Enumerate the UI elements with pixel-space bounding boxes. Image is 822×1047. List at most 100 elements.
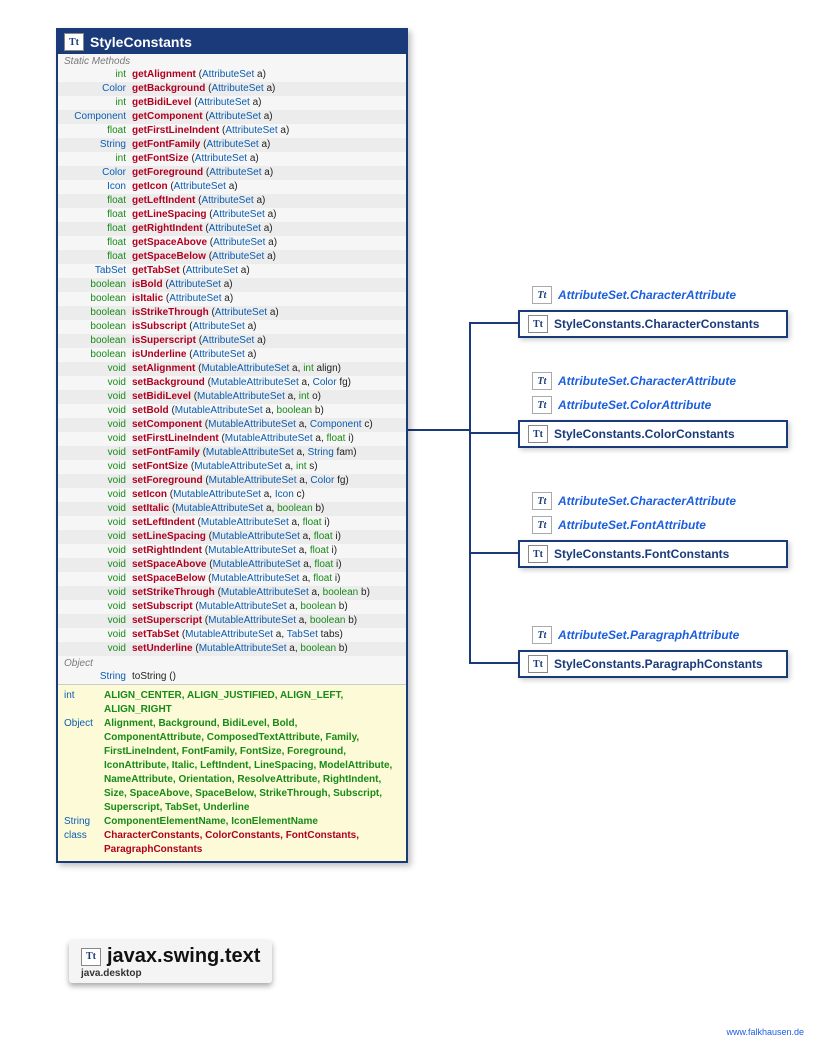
method-signature[interactable]: getBackground (AttributeSet a) [132, 82, 275, 96]
method-signature[interactable]: getComponent (AttributeSet a) [132, 110, 273, 124]
method-signature[interactable]: getTabSet (AttributeSet a) [132, 264, 250, 278]
interface-label[interactable]: TtAttributeSet.CharacterAttribute [532, 372, 736, 390]
method-signature[interactable]: isSuperscript (AttributeSet a) [132, 334, 266, 348]
method-signature[interactable]: getSpaceAbove (AttributeSet a) [132, 236, 277, 250]
field-type: int [64, 689, 104, 717]
footer-link[interactable]: www.falkhausen.de [726, 1027, 804, 1037]
inner-class-box[interactable]: TtStyleConstants.ColorConstants [518, 420, 788, 448]
method-signature[interactable]: isBold (AttributeSet a) [132, 278, 233, 292]
class-title: StyleConstants [90, 34, 192, 50]
return-type: boolean [62, 348, 132, 362]
interface-label[interactable]: TtAttributeSet.CharacterAttribute [532, 286, 736, 304]
interface-label[interactable]: TtAttributeSet.FontAttribute [532, 516, 706, 534]
interface-name: AttributeSet.CharacterAttribute [558, 494, 736, 508]
method-row: booleanisSubscript (AttributeSet a) [58, 320, 406, 334]
method-signature[interactable]: getRightIndent (AttributeSet a) [132, 222, 273, 236]
method-signature[interactable]: getFontSize (AttributeSet a) [132, 152, 259, 166]
method-row: ComponentgetComponent (AttributeSet a) [58, 110, 406, 124]
interface-label[interactable]: TtAttributeSet.ParagraphAttribute [532, 626, 739, 644]
return-type: void [62, 432, 132, 446]
method-row: voidsetSpaceAbove (MutableAttributeSet a… [58, 558, 406, 572]
method-signature[interactable]: getForeground (AttributeSet a) [132, 166, 273, 180]
method-row: StringgetFontFamily (AttributeSet a) [58, 138, 406, 152]
method-signature[interactable]: setItalic (MutableAttributeSet a, boolea… [132, 502, 324, 516]
interface-label[interactable]: TtAttributeSet.CharacterAttribute [532, 492, 736, 510]
inner-class-box[interactable]: TtStyleConstants.ParagraphConstants [518, 650, 788, 678]
method-signature[interactable]: getIcon (AttributeSet a) [132, 180, 238, 194]
method-row: voidsetStrikeThrough (MutableAttributeSe… [58, 586, 406, 600]
method-signature[interactable]: setSubscript (MutableAttributeSet a, boo… [132, 600, 348, 614]
method-signature[interactable]: setSpaceAbove (MutableAttributeSet a, fl… [132, 558, 342, 572]
method-signature[interactable]: getBidiLevel (AttributeSet a) [132, 96, 262, 110]
interface-label[interactable]: TtAttributeSet.ColorAttribute [532, 396, 711, 414]
method-signature[interactable]: setAlignment (MutableAttributeSet a, int… [132, 362, 341, 376]
method-signature[interactable]: setComponent (MutableAttributeSet a, Com… [132, 418, 373, 432]
method-row: voidsetBackground (MutableAttributeSet a… [58, 376, 406, 390]
method-signature[interactable]: getLineSpacing (AttributeSet a) [132, 208, 277, 222]
method-signature[interactable]: getFirstLineIndent (AttributeSet a) [132, 124, 289, 138]
method-signature[interactable]: isUnderline (AttributeSet a) [132, 348, 257, 362]
method-signature[interactable]: setLeftIndent (MutableAttributeSet a, fl… [132, 516, 330, 530]
return-type: Color [62, 82, 132, 96]
method-signature[interactable]: getFontFamily (AttributeSet a) [132, 138, 270, 152]
method-signature[interactable]: setBold (MutableAttributeSet a, boolean … [132, 404, 324, 418]
field-names[interactable]: ALIGN_CENTER, ALIGN_JUSTIFIED, ALIGN_LEF… [104, 689, 400, 717]
return-type: float [62, 250, 132, 264]
method-row: ColorgetBackground (AttributeSet a) [58, 82, 406, 96]
method-signature[interactable]: setBidiLevel (MutableAttributeSet a, int… [132, 390, 321, 404]
method-signature[interactable]: setSuperscript (MutableAttributeSet a, b… [132, 614, 357, 628]
interface-name: AttributeSet.FontAttribute [558, 518, 706, 532]
method-signature[interactable]: isStrikeThrough (AttributeSet a) [132, 306, 279, 320]
inner-class-box[interactable]: TtStyleConstants.FontConstants [518, 540, 788, 568]
method-row: floatgetLeftIndent (AttributeSet a) [58, 194, 406, 208]
method-signature[interactable]: toString () [132, 670, 176, 684]
fields-block: intALIGN_CENTER, ALIGN_JUSTIFIED, ALIGN_… [58, 684, 406, 861]
field-names[interactable]: ComponentElementName, IconElementName [104, 815, 400, 829]
method-signature[interactable]: setRightIndent (MutableAttributeSet a, f… [132, 544, 337, 558]
field-names[interactable]: CharacterConstants, ColorConstants, Font… [104, 829, 400, 857]
return-type: void [62, 390, 132, 404]
return-type: void [62, 516, 132, 530]
method-row: booleanisSuperscript (AttributeSet a) [58, 334, 406, 348]
class-icon: Tt [528, 425, 548, 443]
return-type: void [62, 460, 132, 474]
method-signature[interactable]: isItalic (AttributeSet a) [132, 292, 233, 306]
return-type: Color [62, 166, 132, 180]
return-type: boolean [62, 320, 132, 334]
method-signature[interactable]: getAlignment (AttributeSet a) [132, 68, 266, 82]
return-type: void [62, 446, 132, 460]
method-signature[interactable]: setStrikeThrough (MutableAttributeSet a,… [132, 586, 370, 600]
field-type: class [64, 829, 104, 857]
field-row: StringComponentElementName, IconElementN… [64, 815, 400, 829]
method-row: voidsetSubscript (MutableAttributeSet a,… [58, 600, 406, 614]
return-type: boolean [62, 292, 132, 306]
method-row: ColorgetForeground (AttributeSet a) [58, 166, 406, 180]
method-signature[interactable]: setFirstLineIndent (MutableAttributeSet … [132, 432, 354, 446]
return-type: Component [62, 110, 132, 124]
return-type: int [62, 96, 132, 110]
method-signature[interactable]: setTabSet (MutableAttributeSet a, TabSet… [132, 628, 343, 642]
method-signature[interactable]: getLeftIndent (AttributeSet a) [132, 194, 265, 208]
package-box: Tt javax.swing.text java.desktop [69, 940, 272, 983]
package-module: java.desktop [81, 968, 260, 979]
method-row: voidsetSpaceBelow (MutableAttributeSet a… [58, 572, 406, 586]
inner-class-name: StyleConstants.ParagraphConstants [554, 657, 763, 671]
method-signature[interactable]: setUnderline (MutableAttributeSet a, boo… [132, 642, 348, 656]
return-type: void [62, 418, 132, 432]
method-signature[interactable]: setSpaceBelow (MutableAttributeSet a, fl… [132, 572, 340, 586]
method-signature[interactable]: setIcon (MutableAttributeSet a, Icon c) [132, 488, 305, 502]
method-signature[interactable]: getSpaceBelow (AttributeSet a) [132, 250, 276, 264]
method-signature[interactable]: setBackground (MutableAttributeSet a, Co… [132, 376, 351, 390]
method-signature[interactable]: isSubscript (AttributeSet a) [132, 320, 257, 334]
method-signature[interactable]: setLineSpacing (MutableAttributeSet a, f… [132, 530, 341, 544]
inner-class-box[interactable]: TtStyleConstants.CharacterConstants [518, 310, 788, 338]
method-row: voidsetLineSpacing (MutableAttributeSet … [58, 530, 406, 544]
field-names[interactable]: Alignment, Background, BidiLevel, Bold, … [104, 717, 400, 815]
method-row: floatgetRightIndent (AttributeSet a) [58, 222, 406, 236]
field-type: String [64, 815, 104, 829]
inner-class-name: StyleConstants.CharacterConstants [554, 317, 759, 331]
method-signature[interactable]: setFontSize (MutableAttributeSet a, int … [132, 460, 318, 474]
method-signature[interactable]: setFontFamily (MutableAttributeSet a, St… [132, 446, 357, 460]
method-row: intgetFontSize (AttributeSet a) [58, 152, 406, 166]
method-signature[interactable]: setForeground (MutableAttributeSet a, Co… [132, 474, 349, 488]
